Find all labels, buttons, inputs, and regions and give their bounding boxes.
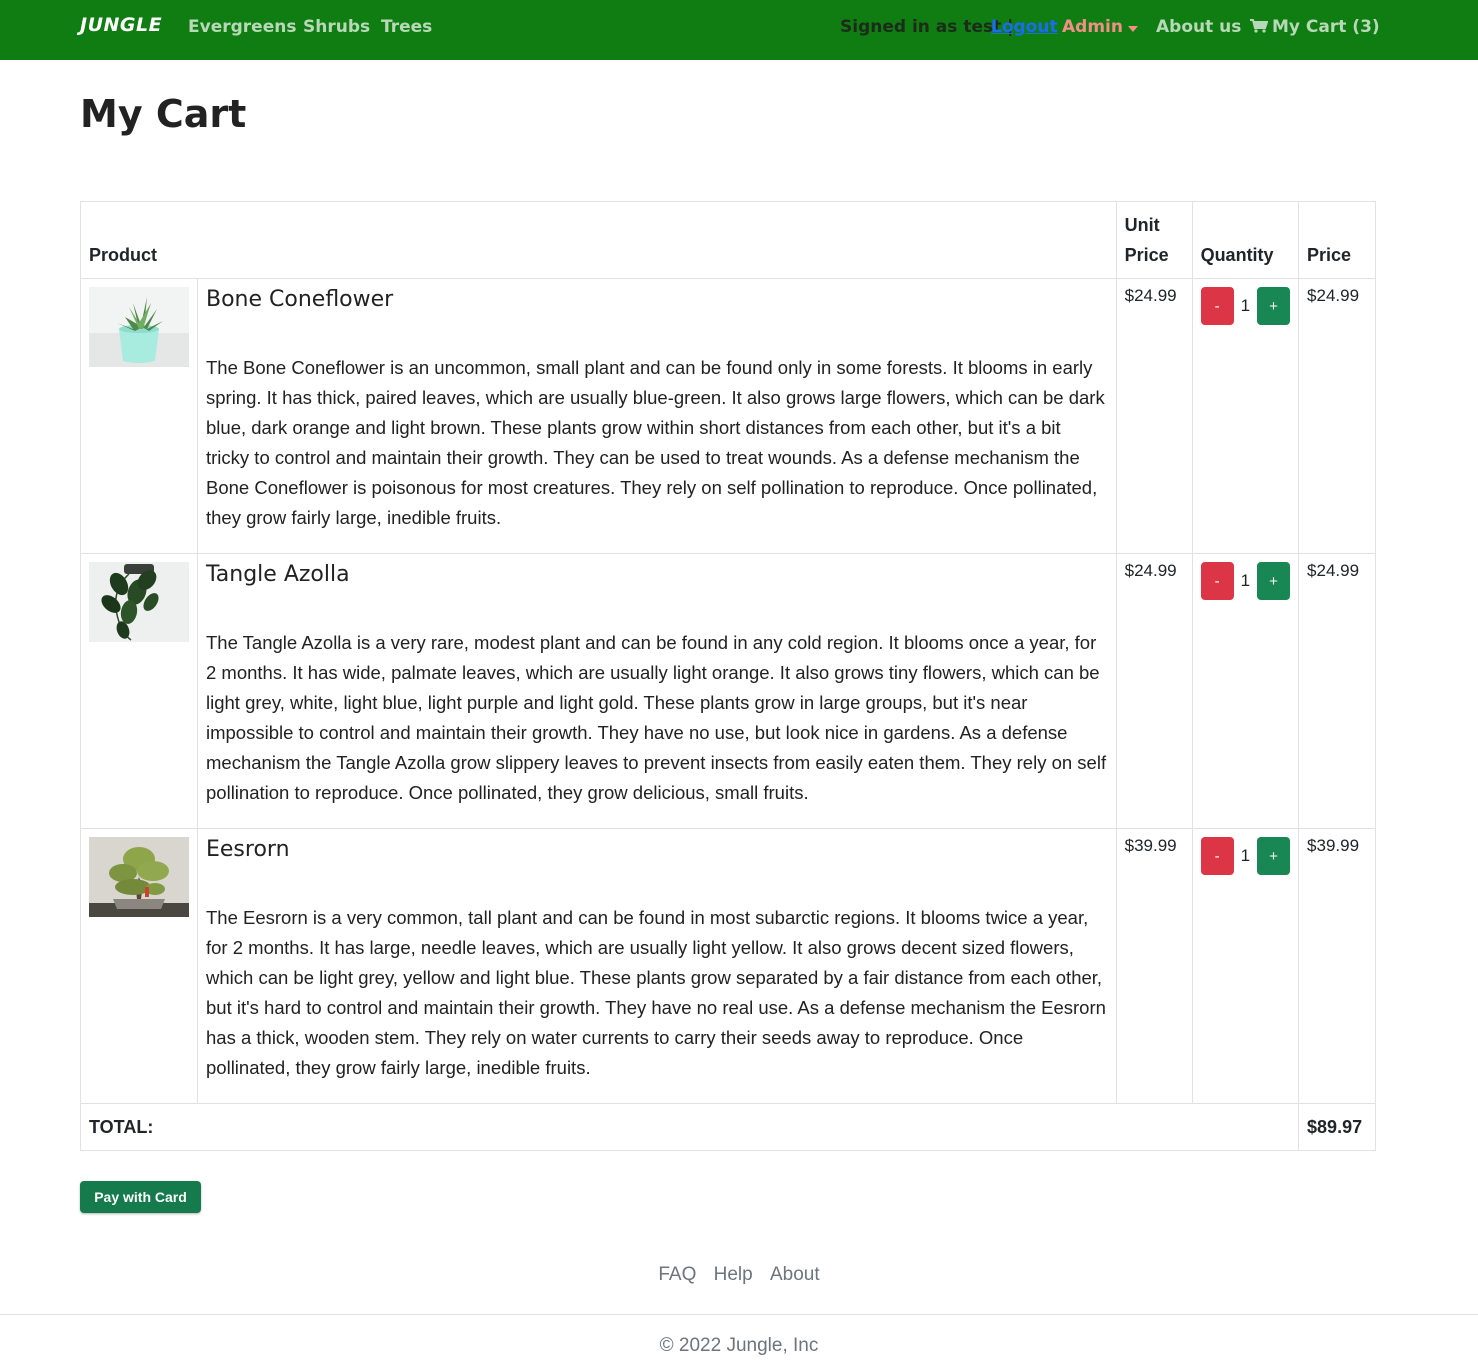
table-row: Bone Coneflower The Bone Coneflower is a… [80, 278, 1376, 554]
product-image-cell [80, 278, 198, 554]
price-cell: $24.99 [1298, 278, 1376, 554]
quantity-cell: - 1 + [1191, 278, 1300, 554]
increase-quantity-button[interactable]: + [1257, 562, 1291, 600]
increase-quantity-button[interactable]: + [1257, 837, 1291, 875]
increase-quantity-button[interactable]: + [1257, 287, 1291, 325]
header-price: Price [1298, 201, 1376, 279]
decrease-quantity-button[interactable]: - [1200, 562, 1234, 600]
quantity-value: 1 [1240, 571, 1251, 590]
navbar: JUNGLE Evergreens Shrubs Trees Signed in… [0, 0, 1478, 60]
quantity-cell: - 1 + [1191, 828, 1300, 1104]
unit-price: $24.99 [1124, 286, 1177, 305]
cart-icon [1250, 19, 1268, 33]
header-product: Product [80, 201, 1117, 279]
cart-table: Product Unit Price Quantity Price Bone C… [79, 201, 1376, 1151]
nav-link-about-us[interactable]: About us [1156, 17, 1241, 37]
nav-link-trees[interactable]: Trees [381, 17, 432, 37]
product-image-eesrorn[interactable] [89, 837, 189, 917]
unit-price-cell: $39.99 [1115, 828, 1193, 1104]
nav-link-shrubs[interactable]: Shrubs [303, 17, 370, 37]
quantity-stepper: - 1 + [1200, 837, 1291, 875]
signed-in-text: Signed in as test | [840, 17, 1014, 37]
line-price: $39.99 [1307, 836, 1360, 855]
product-name[interactable]: Eesrorn [206, 836, 1108, 864]
decrease-quantity-button[interactable]: - [1200, 287, 1234, 325]
product-image-bone-coneflower[interactable] [89, 287, 189, 367]
product-name[interactable]: Tangle Azolla [206, 561, 1108, 589]
pay-with-card-button[interactable]: Pay with Card [80, 1181, 201, 1213]
quantity-stepper: - 1 + [1200, 287, 1291, 325]
table-header-row: Product Unit Price Quantity Price [80, 201, 1376, 279]
unit-price: $39.99 [1124, 836, 1177, 855]
quantity-value: 1 [1240, 846, 1251, 865]
total-label: TOTAL: [79, 1103, 1300, 1151]
unit-price-cell: $24.99 [1115, 553, 1193, 829]
price-cell: $24.99 [1298, 553, 1376, 829]
footer-link-about[interactable]: About [770, 1264, 820, 1285]
quantity-value: 1 [1240, 296, 1251, 315]
footer-link-help[interactable]: Help [714, 1264, 753, 1285]
footer-links: FAQ Help About [0, 1264, 1478, 1286]
line-price: $24.99 [1307, 286, 1360, 305]
unit-price: $24.99 [1124, 561, 1177, 580]
product-info-cell: Tangle Azolla The Tangle Azolla is a ver… [197, 553, 1117, 829]
cart-label: My Cart (3) [1272, 17, 1380, 37]
copyright: © 2022 Jungle, Inc [659, 1335, 819, 1356]
brand-logo[interactable]: JUNGLE [80, 14, 162, 36]
quantity-stepper: - 1 + [1200, 562, 1291, 600]
quantity-cell: - 1 + [1191, 553, 1300, 829]
nav-link-evergreens[interactable]: Evergreens [188, 17, 296, 37]
nav-link-my-cart[interactable]: My Cart (3) [1250, 17, 1380, 37]
product-description: The Eesrorn is a very common, tall plant… [206, 907, 1106, 1078]
total-value: $89.97 [1298, 1103, 1376, 1151]
admin-dropdown[interactable]: Admin [1062, 17, 1123, 37]
header-unit-price: Unit Price [1115, 201, 1193, 279]
line-price: $24.99 [1307, 561, 1360, 580]
footer-divider [0, 1314, 1478, 1315]
footer-link-faq[interactable]: FAQ [658, 1264, 696, 1285]
header-quantity: Quantity [1191, 201, 1300, 279]
product-image-cell [80, 828, 198, 1104]
decrease-quantity-button[interactable]: - [1200, 837, 1234, 875]
product-description: The Tangle Azolla is a very rare, modest… [206, 632, 1107, 803]
product-image-tangle-azolla[interactable] [89, 562, 189, 642]
page-title: My Cart [80, 92, 247, 136]
logout-link[interactable]: Logout [991, 17, 1058, 37]
chevron-down-icon[interactable] [1128, 26, 1138, 32]
total-row: TOTAL: $89.97 [79, 1103, 1376, 1151]
table-row: Eesrorn The Eesrorn is a very common, ta… [80, 828, 1376, 1104]
product-info-cell: Eesrorn The Eesrorn is a very common, ta… [197, 828, 1117, 1104]
product-description: The Bone Coneflower is an uncommon, smal… [206, 357, 1105, 528]
price-cell: $39.99 [1298, 828, 1376, 1104]
unit-price-cell: $24.99 [1115, 278, 1193, 554]
product-name[interactable]: Bone Coneflower [206, 286, 1108, 314]
table-row: Tangle Azolla The Tangle Azolla is a ver… [80, 553, 1376, 829]
product-info-cell: Bone Coneflower The Bone Coneflower is a… [197, 278, 1117, 554]
product-image-cell [80, 553, 198, 829]
